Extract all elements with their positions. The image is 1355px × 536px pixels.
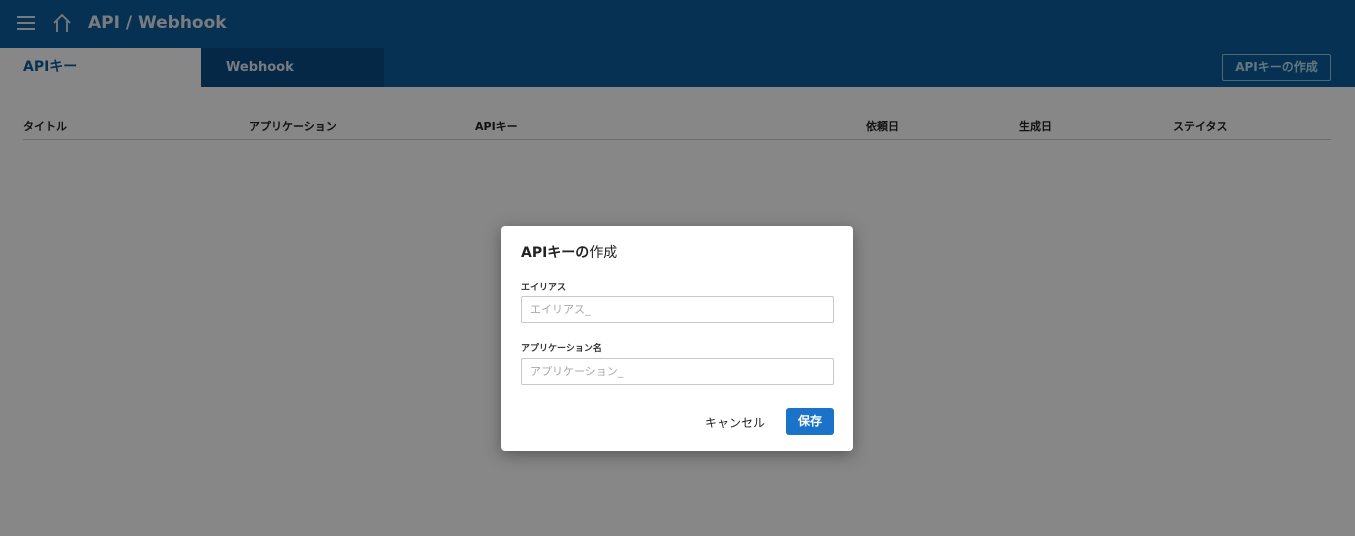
alias-label: エイリアス xyxy=(521,283,567,293)
application-name-label: アプリケーション名 xyxy=(521,344,602,354)
dialog-title: APIキーの作成 xyxy=(521,245,618,261)
create-api-key-dialog: APIキーの作成 エイリアス アプリケーション名 キャンセル 保存 xyxy=(501,226,853,451)
application-name-input[interactable] xyxy=(521,358,834,385)
save-button[interactable]: 保存 xyxy=(786,408,834,435)
cancel-button[interactable]: キャンセル xyxy=(705,414,765,431)
alias-input[interactable] xyxy=(521,296,834,323)
